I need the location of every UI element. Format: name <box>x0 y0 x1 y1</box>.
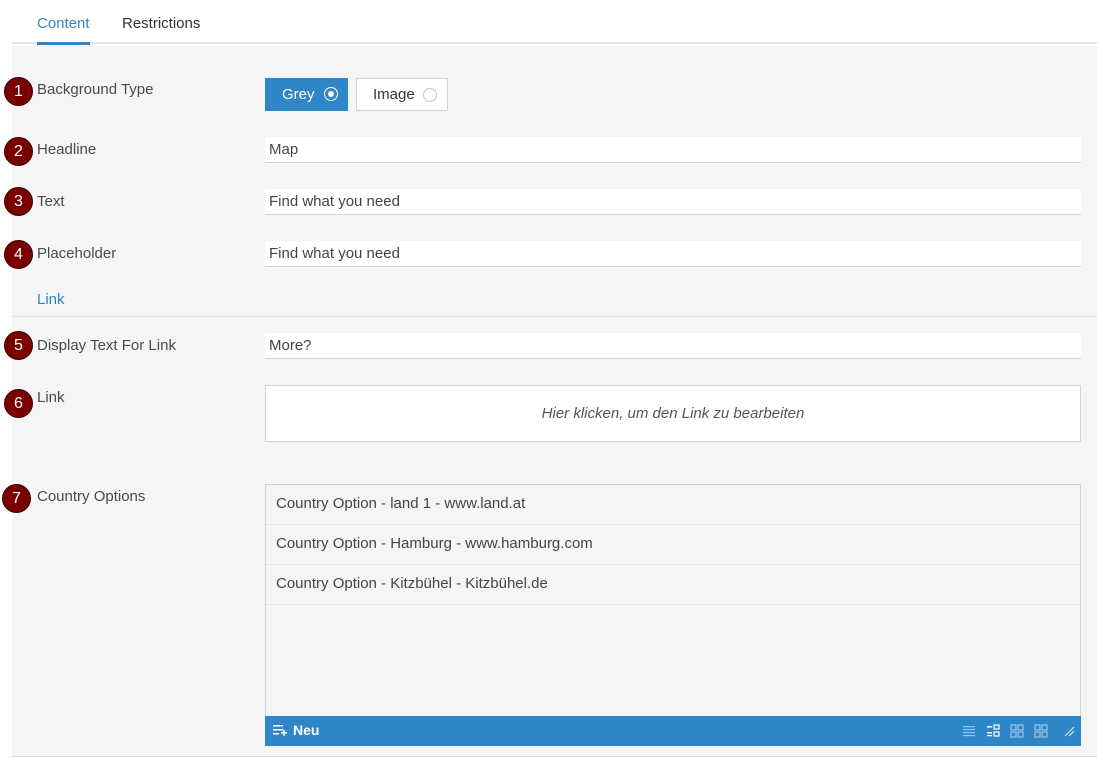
new-item-label: Neu <box>293 722 320 738</box>
placeholder-label: Placeholder <box>37 245 117 262</box>
list-view-icon[interactable] <box>962 724 976 738</box>
step-badge-6: 6 <box>4 389 33 418</box>
list-toolbar: Neu <box>265 716 1081 746</box>
active-tab-indicator <box>37 42 90 45</box>
new-item-button[interactable]: Neu <box>273 722 319 738</box>
step-badge-2: 2 <box>4 137 33 166</box>
display-text-input[interactable] <box>265 333 1081 359</box>
headline-label: Headline <box>37 141 97 158</box>
grey-option-label: Grey <box>282 86 315 103</box>
image-option-label: Image <box>373 86 415 103</box>
large-grid-icon[interactable] <box>1034 724 1048 738</box>
link-section-heading: Link <box>37 291 65 308</box>
list-item[interactable]: Country Option - land 1 - www.land.at <box>266 485 1080 525</box>
headline-input[interactable] <box>265 137 1081 163</box>
radio-selected-icon <box>324 87 338 101</box>
list-item[interactable]: Country Option - Hamburg - www.hamburg.c… <box>266 525 1080 565</box>
tab-restrictions[interactable]: Restrictions <box>122 15 200 32</box>
text-input[interactable] <box>265 189 1081 215</box>
country-options-list: Country Option - land 1 - www.land.at Co… <box>265 484 1081 746</box>
background-image-option[interactable]: Image <box>356 78 448 111</box>
step-badge-3: 3 <box>4 187 33 216</box>
link-label: Link <box>37 389 65 406</box>
display-text-label: Display Text For Link <box>37 337 176 354</box>
placeholder-input[interactable] <box>265 241 1081 267</box>
text-label: Text <box>37 193 65 210</box>
link-editor-button[interactable]: Hier klicken, um den Link zu bearbeiten <box>265 385 1081 442</box>
background-grey-option[interactable]: Grey <box>265 78 348 111</box>
tab-content[interactable]: Content <box>37 15 90 32</box>
section-divider <box>12 316 1097 317</box>
panel-divider <box>12 756 1097 757</box>
country-options-label: Country Options <box>37 488 146 505</box>
step-badge-1: 1 <box>4 77 33 106</box>
add-list-icon <box>273 725 287 736</box>
resize-handle-icon[interactable] <box>1062 724 1076 738</box>
radio-unselected-icon <box>423 88 437 102</box>
step-badge-5: 5 <box>4 331 33 360</box>
small-grid-icon[interactable] <box>1010 724 1024 738</box>
tab-bar: Content Restrictions <box>12 0 1097 45</box>
background-type-label: Background Type <box>37 81 154 98</box>
step-badge-7: 7 <box>2 484 31 513</box>
list-item[interactable]: Country Option - Kitzbühel - Kitzbühel.d… <box>266 565 1080 605</box>
detail-view-icon[interactable] <box>986 724 1000 738</box>
step-badge-4: 4 <box>4 240 33 269</box>
